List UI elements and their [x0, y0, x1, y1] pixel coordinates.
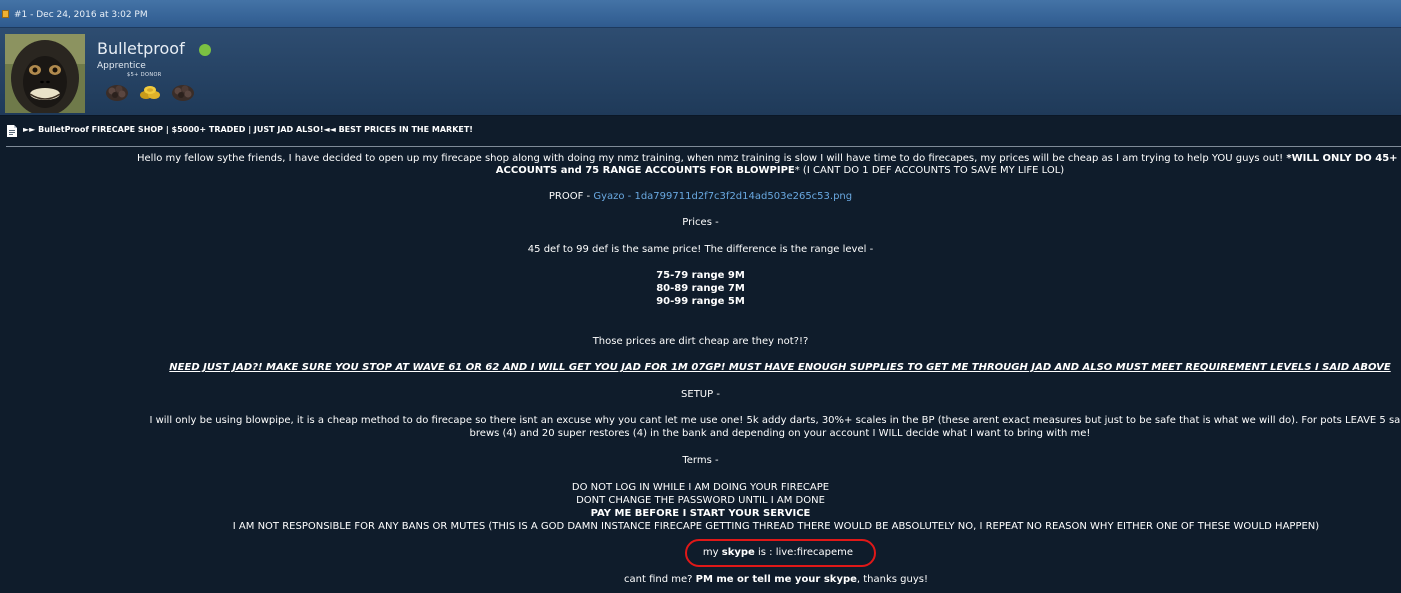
- username-link[interactable]: Bulletproof: [97, 40, 185, 58]
- dirt-cheap-line: Those prices are dirt cheap are they not…: [592, 336, 809, 347]
- skype-annotation-circle: [685, 539, 876, 567]
- setup-heading: SETUP -: [681, 389, 720, 400]
- terms-item: DO NOT LOG IN WHILE I AM DOING YOUR FIRE…: [571, 482, 830, 493]
- prices-heading: Prices -: [682, 217, 719, 228]
- avatar[interactable]: [5, 34, 85, 113]
- jad-notice: NEED JUST JAD?! MAKE SURE YOU STOP AT WA…: [169, 362, 1391, 373]
- terms-item-bold: PAY ME BEFORE I START YOUR SERVICE: [590, 508, 811, 519]
- divider: [6, 146, 1401, 147]
- user-info-bar: Bulletproof Apprentice $5+ DONOR: [0, 28, 1401, 116]
- forum-post: #1 - Dec 24, 2016 at 3:02 PM Bulletproof…: [0, 0, 1401, 593]
- post-date-bar: #1 - Dec 24, 2016 at 3:02 PM: [0, 0, 1401, 28]
- thread-title: ►► BulletProof FIRECAPE SHOP | $5000+ TR…: [23, 125, 473, 134]
- proof-link[interactable]: Gyazo - 1da799711d2f7c3f2d14ad503e265c53…: [593, 191, 852, 202]
- thread-title-row: ►► BulletProof FIRECAPE SHOP | $5000+ TR…: [0, 120, 1401, 142]
- post-permalink-date[interactable]: #1 - Dec 24, 2016 at 3:02 PM: [14, 9, 148, 21]
- online-status-icon: [199, 44, 211, 56]
- terms-item: I AM NOT RESPONSIBLE FOR ANY BANS OR MUT…: [232, 521, 1320, 532]
- price-line: 80-89 range 7M: [656, 283, 745, 294]
- donor-label: $5+ DONOR: [127, 72, 162, 78]
- prices-note: 45 def to 99 def is the same price! The …: [527, 244, 874, 255]
- monkey-avatar-icon: [5, 34, 85, 113]
- post-icon: [2, 10, 9, 18]
- price-line: 90-99 range 5M: [656, 296, 745, 307]
- terms-item: DONT CHANGE THE PASSWORD UNTIL I AM DONE: [576, 495, 825, 506]
- gold-coins-badge-icon: [140, 86, 160, 99]
- coal-badge-icon: [172, 85, 194, 101]
- setup-line-2: brews (4) and 20 super restores (4) in t…: [469, 428, 1091, 439]
- document-icon: [7, 125, 17, 137]
- intro-line-2: ACCOUNTS and 75 RANGE ACCOUNTS FOR BLOWP…: [495, 165, 1065, 176]
- terms-heading: Terms -: [682, 455, 719, 466]
- setup-line-1: I will only be using blowpipe, it is a c…: [149, 415, 1401, 426]
- find-me-line: cant find me? PM me or tell me your skyp…: [624, 574, 928, 585]
- price-line: 75-79 range 9M: [656, 270, 745, 281]
- coal-badge-icon: [106, 85, 128, 101]
- user-title: Apprentice: [97, 61, 146, 71]
- proof-line: PROOF - Gyazo - 1da799711d2f7c3f2d14ad50…: [548, 191, 853, 202]
